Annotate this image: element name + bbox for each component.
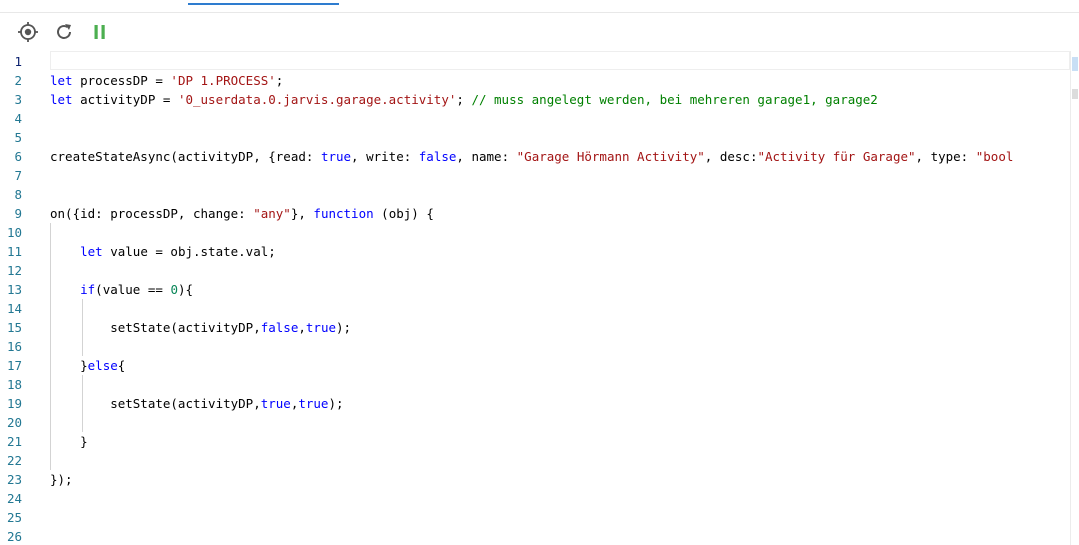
- code-token: , name:: [456, 149, 517, 164]
- line-number: 10: [6, 225, 22, 240]
- code-token: 'DP 1.PROCESS': [170, 73, 276, 88]
- code-token: true: [298, 396, 329, 411]
- line-number: 17: [6, 358, 22, 373]
- code-token: function: [313, 206, 374, 221]
- active-tab-indicator: [188, 3, 339, 5]
- code-token: false: [260, 320, 299, 335]
- line-number: 21: [6, 434, 22, 449]
- indent-guide: [82, 299, 83, 356]
- line-number: 22: [6, 453, 22, 468]
- code-line[interactable]: let activityDP = '0_userdata.0.jarvis.ga…: [50, 90, 878, 109]
- line-number: 14: [6, 301, 22, 316]
- code-line[interactable]: }: [50, 432, 88, 451]
- line-number: 7: [14, 168, 22, 183]
- code-token: ;: [456, 92, 472, 107]
- code-line[interactable]: let value = obj.state.val;: [50, 242, 276, 261]
- code-token: "any": [253, 206, 291, 221]
- editor-scrollbar[interactable]: [1070, 51, 1079, 545]
- pause-icon: [94, 25, 105, 39]
- code-token: false: [418, 149, 457, 164]
- code-token: , desc:: [704, 149, 758, 164]
- pause-button[interactable]: [88, 20, 112, 44]
- line-number: 18: [6, 377, 22, 392]
- code-token: , write:: [351, 149, 419, 164]
- code-token: '0_userdata.0.jarvis.garage.activity': [177, 92, 457, 107]
- line-number: 4: [14, 111, 22, 126]
- code-token: (obj) {: [373, 206, 434, 221]
- code-token: processDP =: [72, 73, 171, 88]
- code-line[interactable]: let processDP = 'DP 1.PROCESS';: [50, 71, 283, 90]
- code-line[interactable]: if(value == 0){: [50, 280, 193, 299]
- code-token: "bool: [975, 149, 1014, 164]
- code-line[interactable]: }else{: [50, 356, 125, 375]
- line-number: 11: [6, 244, 22, 259]
- target-button[interactable]: [16, 20, 40, 44]
- code-token: , type:: [915, 149, 976, 164]
- current-line-highlight: [50, 51, 1070, 70]
- line-number: 24: [6, 491, 22, 506]
- code-line[interactable]: createStateAsync(activityDP, {read: true…: [50, 147, 1013, 166]
- line-number: 15: [6, 320, 22, 335]
- code-token: );: [336, 320, 352, 335]
- code-token: );: [328, 396, 344, 411]
- code-line[interactable]: setState(activityDP,false,true);: [50, 318, 351, 337]
- line-number: 12: [6, 263, 22, 278]
- code-token: true: [320, 149, 352, 164]
- line-number: 3: [14, 92, 22, 107]
- code-token: createStateAsync(activityDP, {read:: [50, 149, 321, 164]
- line-number: 25: [6, 510, 22, 525]
- code-token: let: [50, 73, 73, 88]
- line-number: 13: [6, 282, 22, 297]
- code-token: true: [260, 396, 291, 411]
- code-token: "Garage Hörmann Activity": [516, 149, 705, 164]
- code-token: ;: [275, 73, 284, 88]
- refresh-icon: [57, 24, 71, 39]
- line-number: 5: [14, 130, 22, 145]
- code-token: activityDP =: [72, 92, 178, 107]
- crosshair-icon: [18, 22, 38, 42]
- line-number: 2: [14, 73, 22, 88]
- code-token: ,: [298, 320, 306, 335]
- code-token: true: [305, 320, 336, 335]
- indent-guide: [50, 223, 51, 470]
- line-number: 26: [6, 529, 22, 544]
- indent-guide: [82, 375, 83, 432]
- line-number: 9: [14, 206, 22, 221]
- code-token: // muss angelegt werden, bei mehreren ga…: [471, 92, 878, 107]
- script-toolbar: [0, 18, 1079, 46]
- code-token: }: [50, 358, 88, 373]
- code-token: "Activity für Garage": [757, 149, 916, 164]
- code-token: on({id: processDP, change:: [50, 206, 254, 221]
- code-token: ){: [177, 282, 194, 297]
- code-line[interactable]: setState(activityDP,true,true);: [50, 394, 344, 413]
- line-number: 20: [6, 415, 22, 430]
- code-token: });: [50, 472, 73, 487]
- line-number: 6: [14, 149, 22, 164]
- line-number: 19: [6, 396, 22, 411]
- code-token: (value ==: [95, 282, 171, 297]
- scrollbar-marker: [1072, 57, 1078, 71]
- top-tab-bar: [0, 0, 1079, 13]
- line-number: 8: [14, 187, 22, 202]
- code-line[interactable]: });: [50, 470, 73, 489]
- code-token: else: [87, 358, 118, 373]
- code-token: let: [50, 92, 73, 107]
- code-token: {: [117, 358, 126, 373]
- code-editor[interactable]: 1 2 3 4 5 6 7 8 9 10 11 12 13 14 15 16 17 18 19 20 21 22 23 24 2…: [0, 51, 1070, 545]
- line-number: 1: [14, 54, 22, 69]
- code-token: 0: [170, 282, 178, 297]
- code-token: }: [50, 434, 88, 449]
- scrollbar-marker: [1072, 89, 1078, 99]
- line-number: 16: [6, 339, 22, 354]
- code-token: value = obj.state.val;: [102, 244, 276, 259]
- line-number: 23: [6, 472, 22, 487]
- restart-button[interactable]: [52, 20, 76, 44]
- code-token: let: [80, 244, 103, 259]
- code-token: },: [290, 206, 314, 221]
- code-token: if: [80, 282, 96, 297]
- code-line[interactable]: on({id: processDP, change: "any"}, funct…: [50, 204, 434, 223]
